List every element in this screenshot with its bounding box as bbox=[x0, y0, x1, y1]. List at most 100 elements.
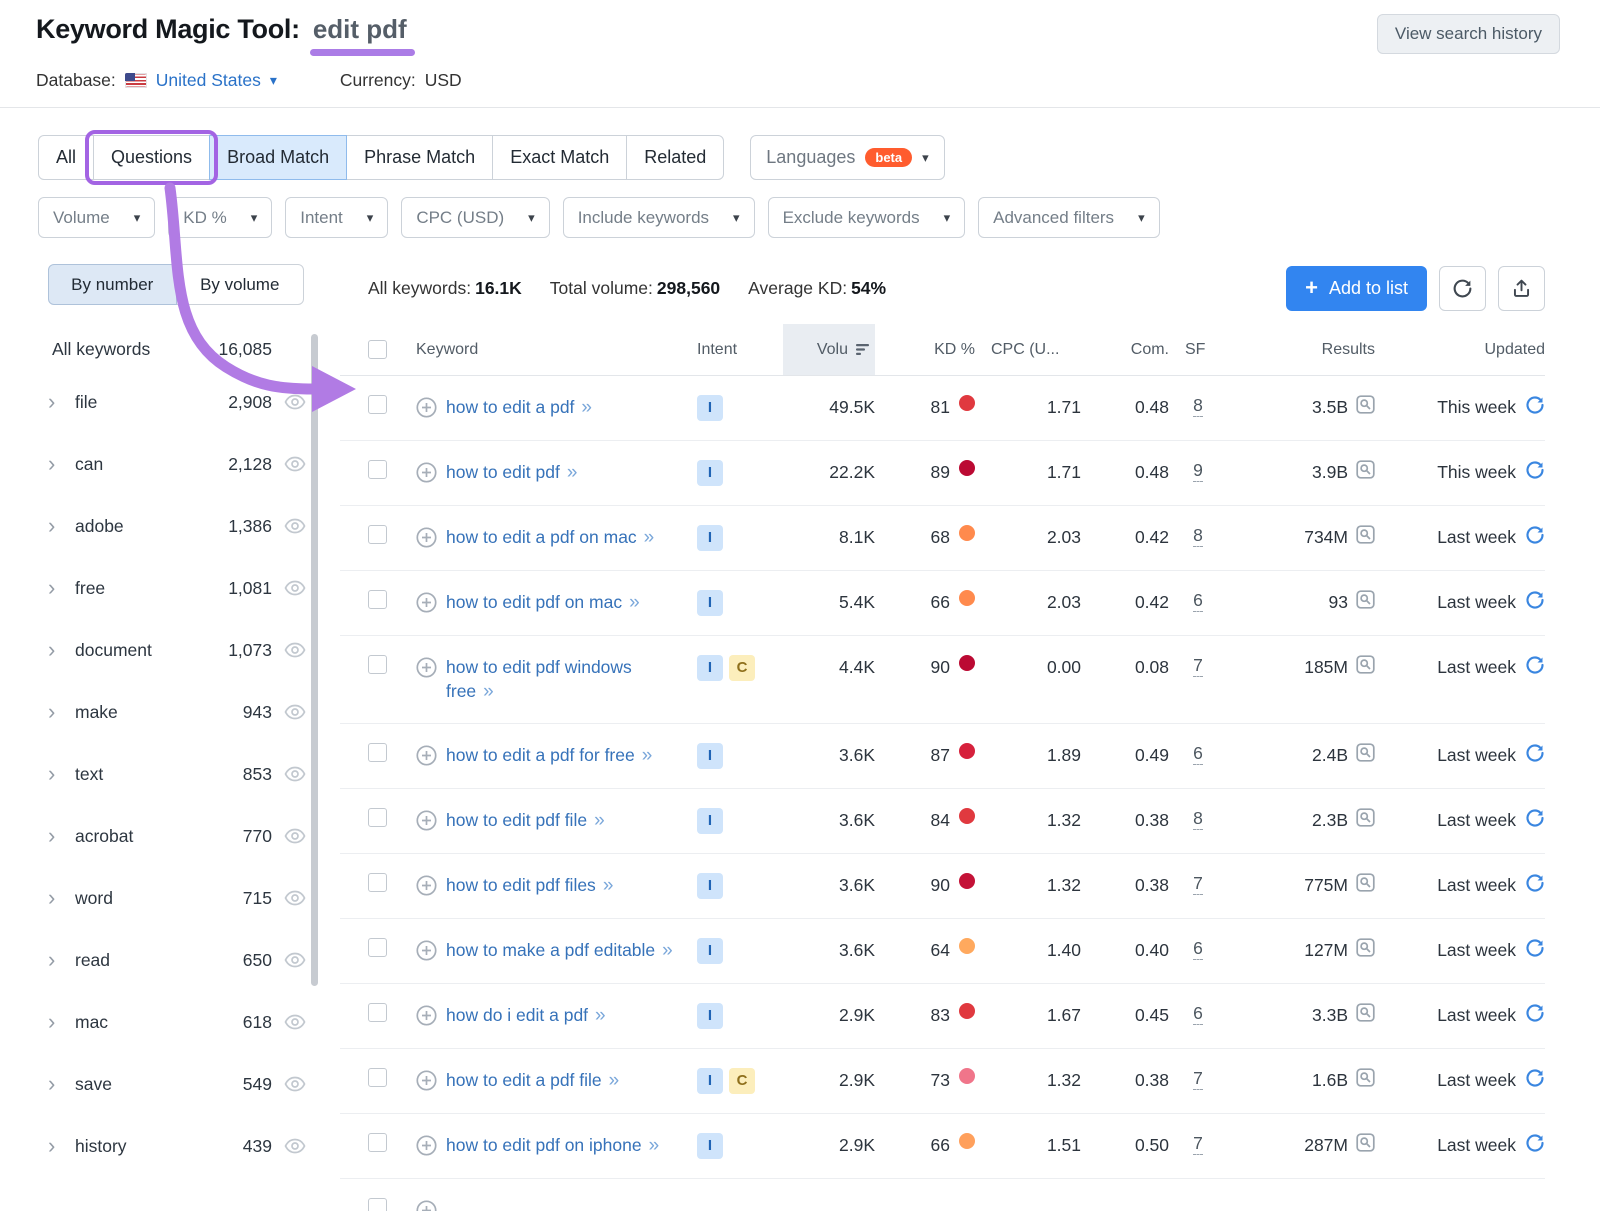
add-keyword-icon[interactable] bbox=[416, 592, 437, 613]
row-checkbox[interactable] bbox=[368, 743, 387, 762]
eye-icon[interactable] bbox=[284, 704, 306, 720]
add-keyword-icon[interactable] bbox=[416, 1070, 437, 1091]
keyword-link[interactable]: how to edit pdf file bbox=[446, 810, 587, 830]
expand-keyword-icon[interactable]: » bbox=[629, 592, 640, 613]
keyword-link[interactable]: how to edit a pdf bbox=[446, 397, 574, 417]
chevron-right-icon[interactable]: › bbox=[48, 639, 75, 661]
keyword-link[interactable]: how do i edit a pdf bbox=[446, 1005, 588, 1025]
eye-icon[interactable] bbox=[284, 394, 306, 410]
sidebar-item-acrobat[interactable]: › acrobat 770 bbox=[36, 805, 314, 867]
expand-keyword-icon[interactable]: » bbox=[609, 1070, 620, 1091]
eye-icon[interactable] bbox=[284, 580, 306, 596]
refresh-icon[interactable] bbox=[1525, 1068, 1545, 1088]
refresh-icon[interactable] bbox=[1525, 395, 1545, 415]
header-sf[interactable]: SF bbox=[1169, 324, 1227, 375]
refresh-button[interactable] bbox=[1439, 266, 1486, 311]
sf-value[interactable]: 8 bbox=[1193, 525, 1203, 547]
row-checkbox[interactable] bbox=[368, 808, 387, 827]
languages-dropdown[interactable]: Languages beta ▾ bbox=[750, 135, 944, 180]
by-number-toggle[interactable]: By number bbox=[48, 264, 177, 305]
sidebar-item-history[interactable]: › history 439 bbox=[36, 1115, 314, 1177]
chevron-right-icon[interactable]: › bbox=[48, 577, 75, 599]
header-intent[interactable]: Intent bbox=[697, 324, 783, 375]
refresh-icon[interactable] bbox=[1525, 938, 1545, 958]
refresh-icon[interactable] bbox=[1525, 808, 1545, 828]
sidebar-header[interactable]: All keywords 16,085 bbox=[52, 329, 306, 369]
serp-icon[interactable] bbox=[1356, 655, 1375, 674]
add-keyword-icon[interactable] bbox=[416, 1135, 437, 1156]
sf-value[interactable]: 6 bbox=[1193, 590, 1203, 612]
row-checkbox[interactable] bbox=[368, 590, 387, 609]
sf-value[interactable]: 6 bbox=[1193, 1003, 1203, 1025]
chevron-right-icon[interactable]: › bbox=[48, 391, 75, 413]
refresh-icon[interactable] bbox=[1525, 655, 1545, 675]
row-checkbox[interactable] bbox=[368, 1068, 387, 1087]
sf-value[interactable]: 7 bbox=[1193, 1133, 1203, 1155]
expand-keyword-icon[interactable]: » bbox=[642, 745, 653, 766]
add-keyword-icon[interactable] bbox=[416, 1005, 437, 1026]
serp-icon[interactable] bbox=[1356, 590, 1375, 609]
eye-icon[interactable] bbox=[284, 890, 306, 906]
tab-phrase-match[interactable]: Phrase Match bbox=[346, 135, 493, 180]
chevron-right-icon[interactable]: › bbox=[48, 1073, 75, 1095]
header-com[interactable]: Com. bbox=[1081, 324, 1169, 375]
by-volume-toggle[interactable]: By volume bbox=[176, 264, 305, 305]
keyword-link[interactable]: how to edit a pdf file bbox=[446, 1070, 602, 1090]
serp-icon[interactable] bbox=[1356, 395, 1375, 414]
serp-icon[interactable] bbox=[1356, 873, 1375, 892]
chevron-right-icon[interactable]: › bbox=[48, 763, 75, 785]
serp-icon[interactable] bbox=[1356, 460, 1375, 479]
keyword-link[interactable]: how to edit a pdf on mac bbox=[446, 527, 637, 547]
refresh-icon[interactable] bbox=[1525, 460, 1545, 480]
row-checkbox[interactable] bbox=[368, 873, 387, 892]
keyword-link[interactable]: how to edit pdf bbox=[446, 462, 560, 482]
expand-keyword-icon[interactable]: » bbox=[594, 810, 605, 831]
add-keyword-icon[interactable] bbox=[416, 527, 437, 548]
sidebar-item-can[interactable]: › can 2,128 bbox=[36, 433, 314, 495]
sidebar-item-make[interactable]: › make 943 bbox=[36, 681, 314, 743]
expand-keyword-icon[interactable]: » bbox=[662, 940, 673, 961]
sidebar-scrollbar[interactable] bbox=[311, 334, 318, 986]
header-kd[interactable]: KD % bbox=[875, 324, 975, 375]
refresh-icon[interactable] bbox=[1525, 743, 1545, 763]
filter-intent[interactable]: Intent ▾ bbox=[285, 197, 388, 238]
chevron-right-icon[interactable]: › bbox=[48, 453, 75, 475]
eye-icon[interactable] bbox=[284, 828, 306, 844]
refresh-icon[interactable] bbox=[1525, 590, 1545, 610]
filter-advanced-filters[interactable]: Advanced filters ▾ bbox=[978, 197, 1159, 238]
add-keyword-icon[interactable] bbox=[416, 462, 437, 483]
row-checkbox[interactable] bbox=[368, 460, 387, 479]
add-keyword-icon[interactable] bbox=[416, 745, 437, 766]
serp-icon[interactable] bbox=[1356, 808, 1375, 827]
filter-kd[interactable]: KD % ▾ bbox=[168, 197, 272, 238]
header-volume-sort[interactable]: Volu bbox=[783, 324, 875, 375]
tab-related[interactable]: Related bbox=[626, 135, 724, 180]
sidebar-item-read[interactable]: › read 650 bbox=[36, 929, 314, 991]
row-checkbox[interactable] bbox=[368, 1198, 387, 1211]
database-value-link[interactable]: United States bbox=[156, 70, 261, 91]
sidebar-item-adobe[interactable]: › adobe 1,386 bbox=[36, 495, 314, 557]
chevron-right-icon[interactable]: › bbox=[48, 1135, 75, 1157]
sidebar-item-word[interactable]: › word 715 bbox=[36, 867, 314, 929]
eye-icon[interactable] bbox=[284, 952, 306, 968]
keyword-link[interactable]: how to make a pdf editable bbox=[446, 940, 655, 960]
header-keyword[interactable]: Keyword bbox=[416, 324, 697, 375]
expand-keyword-icon[interactable]: » bbox=[644, 527, 655, 548]
sf-value[interactable]: 8 bbox=[1193, 808, 1203, 830]
expand-keyword-icon[interactable]: » bbox=[649, 1135, 660, 1156]
sidebar-item-file[interactable]: › file 2,908 bbox=[36, 371, 314, 433]
keyword-link[interactable]: how to edit a pdf for free bbox=[446, 745, 635, 765]
expand-keyword-icon[interactable]: » bbox=[595, 1005, 606, 1026]
sf-value[interactable]: 7 bbox=[1193, 655, 1203, 677]
serp-icon[interactable] bbox=[1356, 525, 1375, 544]
row-checkbox[interactable] bbox=[368, 938, 387, 957]
serp-icon[interactable] bbox=[1356, 1068, 1375, 1087]
expand-keyword-icon[interactable]: » bbox=[603, 875, 614, 896]
refresh-icon[interactable] bbox=[1525, 1133, 1545, 1153]
chevron-right-icon[interactable]: › bbox=[48, 887, 75, 909]
view-search-history-button[interactable]: View search history bbox=[1377, 14, 1560, 54]
add-keyword-icon[interactable] bbox=[416, 397, 437, 418]
sf-value[interactable]: 6 bbox=[1193, 938, 1203, 960]
keyword-link[interactable]: how to edit pdf on mac bbox=[446, 592, 622, 612]
filter-cpc-usd[interactable]: CPC (USD) ▾ bbox=[401, 197, 549, 238]
